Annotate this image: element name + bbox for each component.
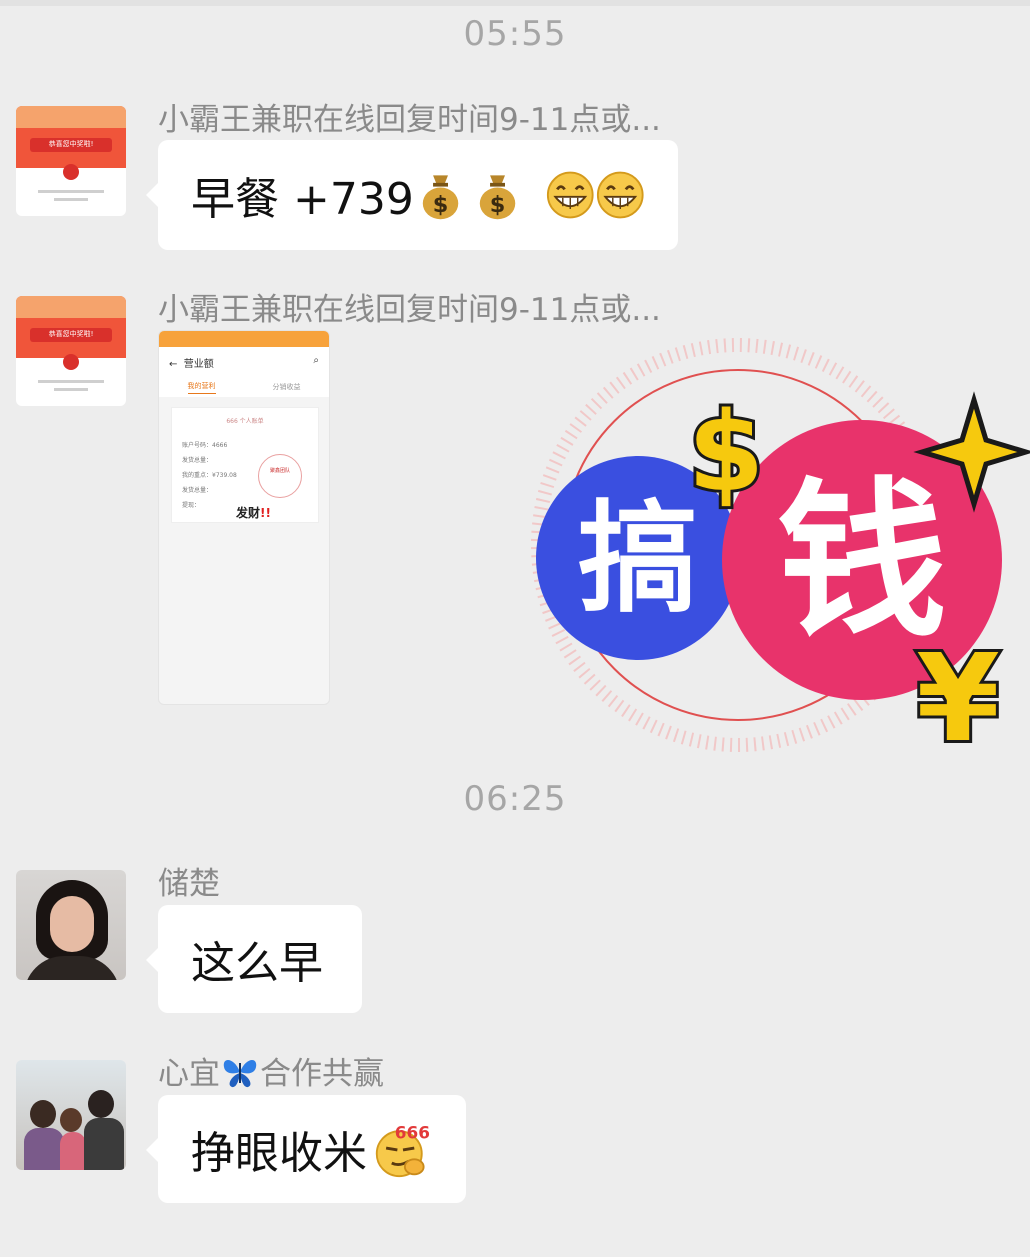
bill-row: 我的重点：¥739.08 (182, 472, 237, 479)
money-bag-icon: $ (479, 175, 516, 220)
money-bag-icon: $ (422, 175, 459, 220)
screenshot-image-message[interactable]: ← 营业额 ⌕ 我的营利 分销收益 666 个人账单 账户号码：4666 发货总… (158, 330, 330, 705)
family-photo (16, 1060, 126, 1170)
screenshot-tabs: 我的营利 分销收益 (159, 377, 329, 397)
top-divider (0, 0, 1030, 6)
avatar-xiaobawang[interactable]: 恭喜您中奖啦! (16, 106, 126, 216)
red-packet-banner: 恭喜您中奖啦! (48, 330, 94, 338)
666-emoji-icon: 666 (375, 1123, 430, 1178)
red-packet-avatar-image: 恭喜您中奖啦! (16, 106, 126, 216)
bill-row: 发货总量： (182, 457, 213, 464)
timestamp: 05:55 (463, 14, 567, 54)
avatar-xinyi[interactable] (16, 1060, 126, 1170)
timestamp: 06:25 (463, 779, 567, 819)
screenshot-title: 营业额 (183, 359, 214, 370)
gao-character: 搞 (578, 490, 698, 629)
message-bubble[interactable]: 挣眼收米 666 (146, 1095, 466, 1203)
portrait-photo (16, 870, 126, 980)
dollar-sign-icon: $ (688, 388, 765, 516)
message-text: 这么早 (191, 938, 323, 989)
grin-emoji-icon (546, 171, 594, 219)
red-packet-avatar-image: 恭喜您中奖啦! (16, 296, 126, 406)
sender-name: 储楚 (158, 866, 220, 902)
butterfly-icon (223, 1060, 257, 1088)
bill-card: 666 个人账单 账户号码：4666 发货总量： 我的重点：¥739.08 发货… (171, 407, 319, 523)
screenshot-header: ← 营业额 ⌕ (159, 347, 329, 377)
avatar-chuchu[interactable] (16, 870, 126, 980)
gao-qian-sticker[interactable]: 搞 钱 $ ¥ (498, 310, 1030, 780)
svg-text:666: 666 (395, 1123, 430, 1143)
screenshot-tab-active: 我的营利 (187, 381, 216, 394)
caption-text: 发财!! (236, 506, 271, 520)
message-text: 早餐 +739 (191, 174, 414, 225)
svg-text:$: $ (490, 192, 506, 218)
message-text: 挣眼收米 (191, 1128, 367, 1179)
bill-title: 666 个人账单 (226, 418, 264, 425)
message-bubble[interactable]: 早餐 +739 $ $ (146, 140, 678, 250)
status-bar (159, 331, 329, 347)
sender-name: 心宜 合作共赢 (158, 1056, 384, 1092)
yen-sign-icon: ¥ (916, 630, 1000, 769)
svg-text:$: $ (433, 192, 449, 218)
bill-row: 发货总量： (182, 487, 213, 494)
screenshot-tab: 分销收益 (272, 383, 301, 391)
red-packet-banner: 恭喜您中奖啦! (48, 140, 94, 148)
search-icon: ⌕ (313, 355, 319, 366)
grin-emoji-icon (597, 171, 645, 219)
message-bubble[interactable]: 这么早 (146, 905, 362, 1013)
bill-row: 提现： (182, 502, 201, 509)
avatar-xiaobawang[interactable]: 恭喜您中奖啦! (16, 296, 126, 406)
sender-name: 小霸王兼职在线回复时间9-11点或... (158, 102, 661, 138)
bill-row: 账户号码：4666 (182, 442, 228, 449)
back-arrow-icon: ← (169, 359, 178, 370)
seal-stamp: 聚鑫团队 (258, 454, 302, 498)
